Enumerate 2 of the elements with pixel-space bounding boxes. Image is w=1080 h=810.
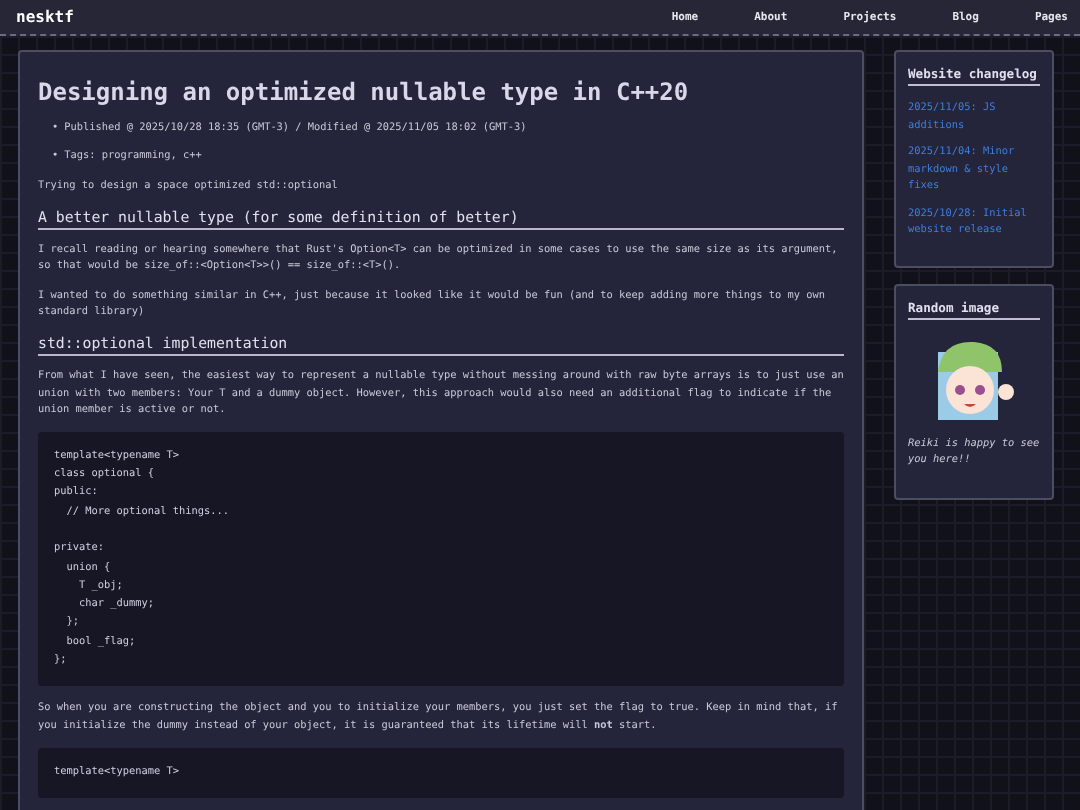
article-title: Designing an optimized nullable type in C++20: [38, 78, 691, 106]
site-title[interactable]: nesktf: [16, 8, 616, 26]
